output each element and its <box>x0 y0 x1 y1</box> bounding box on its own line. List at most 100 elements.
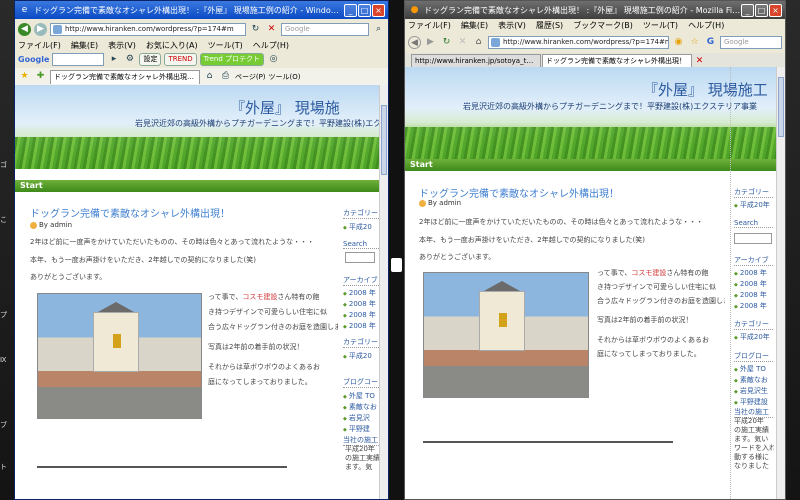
site-description: 岩見沢近郊の高級外構からプチガーデニングまで！平野建設(株)エクステリア事業 <box>463 102 757 111</box>
menu-edit[interactable]: 編集(E) <box>71 40 98 51</box>
tools-menu[interactable]: ツール(O) <box>269 72 301 82</box>
ie-scrollbar[interactable] <box>379 85 388 499</box>
site-title[interactable]: 『外屋』 現場施 <box>230 97 340 118</box>
close-button[interactable]: × <box>769 3 782 17</box>
sidebar-search-input[interactable] <box>734 233 772 244</box>
maximize-button[interactable]: □ <box>755 3 768 17</box>
trend-logo-icon[interactable]: TREND <box>164 53 197 66</box>
desktop-icon-label[interactable]: ト <box>0 462 14 472</box>
start-bar[interactable]: Start <box>15 180 388 192</box>
menu-favorites[interactable]: お気に入り(A) <box>146 40 198 51</box>
forward-icon[interactable]: ▶ <box>424 36 437 49</box>
refresh-icon[interactable]: ↻ <box>440 36 453 49</box>
sidebar-archive-link[interactable]: 2008 年 <box>343 299 376 309</box>
sidebar-link[interactable]: 平成20年 <box>734 332 770 342</box>
menu-view[interactable]: 表示(V) <box>108 40 136 51</box>
search-icon[interactable]: ⌕ <box>372 23 385 36</box>
favorites-star-icon[interactable]: ★ <box>18 70 31 83</box>
sidebar-link[interactable]: 平成20 <box>343 351 372 361</box>
back-icon[interactable]: ◀ <box>18 22 31 36</box>
menu-edit[interactable]: 編集(E) <box>461 20 488 31</box>
ie-search-input[interactable]: Google <box>281 22 369 36</box>
sidebar-blog-link[interactable]: 岩見沢生 <box>734 386 768 396</box>
ie-titlebar[interactable]: e ドッグラン完備で素敵なオシャレ外構出現！ :『外屋』 現場施工例の紹介 - … <box>15 1 388 19</box>
post-float-text: 庭になってしまっておりました。 <box>208 378 312 386</box>
scrollbar-thumb[interactable] <box>778 77 784 137</box>
go-icon[interactable]: ▸ <box>107 53 120 66</box>
ff-search-input[interactable]: Google <box>720 35 782 49</box>
home-icon[interactable]: ⌂ <box>203 70 216 83</box>
sidebar-link[interactable]: 平成20年 <box>734 200 770 210</box>
minimize-button[interactable]: _ <box>344 3 357 17</box>
sidebar-blog-link[interactable]: 外屋 TO <box>343 391 375 401</box>
sidebar-archive-link[interactable]: 2008 年 <box>734 290 767 300</box>
desktop-icon-label[interactable]: こ <box>0 215 14 225</box>
sidebar-blog-link[interactable]: 平野建 <box>343 424 370 434</box>
ff-address-bar[interactable]: http://www.hiranken.com/wordpress/?p=174… <box>488 35 669 49</box>
close-button[interactable]: × <box>372 3 385 17</box>
minimize-button[interactable]: _ <box>741 3 754 17</box>
sidebar-blog-link[interactable]: 平野建設 <box>734 397 768 407</box>
menu-bookmarks[interactable]: ブックマーク(B) <box>573 20 633 31</box>
ff-tab[interactable]: http://www.hiranken.jp/sotoya_top.html <box>411 54 541 68</box>
house-photo[interactable] <box>423 272 589 398</box>
post-title[interactable]: ドッグラン完備で素敵なオシャレ外構出現！ <box>30 205 230 220</box>
ff-titlebar[interactable]: ● ドッグラン完備で素敵なオシャレ外構出現！ :『外屋』 現場施工例の紹介 - … <box>405 1 785 19</box>
gear-icon[interactable]: ⚙ <box>123 53 136 66</box>
start-bar[interactable]: Start <box>405 159 785 171</box>
sidebar-blog-link[interactable]: 岩見沢 <box>343 413 370 423</box>
refresh-icon[interactable]: ↻ <box>249 23 262 36</box>
menu-help[interactable]: ヘルプ(H) <box>688 20 724 31</box>
scrollbar-thumb[interactable] <box>381 105 387 175</box>
sidebar-text: 平成20年 <box>345 445 375 453</box>
menu-tools[interactable]: ツール(T) <box>643 20 678 31</box>
post-float-text: き持つデザインで可愛らしい住宅に似 <box>208 308 327 316</box>
stop-icon[interactable]: ✕ <box>265 23 278 36</box>
ie-page: 『外屋』 現場施 岩見沢近郊の高級外構からプチガーデニングまで！平野建設(株)エ… <box>15 85 388 499</box>
rss-icon[interactable]: ◉ <box>672 36 685 49</box>
sidebar-archive-link[interactable]: 2008 年 <box>734 268 767 278</box>
menu-file[interactable]: ファイル(F) <box>18 40 61 51</box>
maximize-button[interactable]: □ <box>358 3 371 17</box>
back-icon[interactable]: ◀ <box>408 35 421 49</box>
desktop-icon-label[interactable]: プ <box>0 310 14 320</box>
menu-tools[interactable]: ツール(T) <box>208 40 243 51</box>
forward-icon[interactable]: ▶ <box>34 22 47 36</box>
google-toolbar-input[interactable] <box>52 53 105 66</box>
desktop-icon-label[interactable]: Ⅸ <box>0 356 14 364</box>
sidebar-blog-link[interactable]: 素敵なお <box>734 375 768 385</box>
sidebar-archive-link[interactable]: 2008 年 <box>343 288 376 298</box>
menu-help[interactable]: ヘルプ(H) <box>253 40 289 51</box>
sidebar-archive-link[interactable]: 2008 年 <box>343 321 376 331</box>
options-icon[interactable]: ◎ <box>267 53 280 66</box>
sidebar-archive-link[interactable]: 2008 年 <box>734 301 767 311</box>
print-icon[interactable]: ⎙ <box>219 70 232 83</box>
sidebar-archive-link[interactable]: 2008 年 <box>343 310 376 320</box>
bookmark-star-icon[interactable]: ☆ <box>688 36 701 49</box>
stop-icon[interactable]: ✕ <box>456 36 469 49</box>
desktop-icon-label[interactable]: ゴ <box>0 160 14 170</box>
post-title[interactable]: ドッグラン完備で素敵なオシャレ外構出現！ <box>419 185 619 200</box>
sidebar-link[interactable]: 平成20 <box>343 222 372 232</box>
menu-file[interactable]: ファイル(F) <box>408 20 451 31</box>
add-favorite-icon[interactable]: ✚ <box>34 70 47 83</box>
settings-button[interactable]: 設定 <box>139 53 162 66</box>
sidebar-heading: カテゴリー <box>343 209 379 219</box>
sidebar-blog-link[interactable]: 素敵なお <box>343 402 377 412</box>
post-float-text: それからは草ボウボウのよくあるお <box>208 363 320 371</box>
ff-scrollbar[interactable] <box>776 67 785 499</box>
house-photo[interactable] <box>37 293 202 419</box>
page-menu[interactable]: ページ(P) <box>235 72 266 82</box>
sidebar-archive-link[interactable]: 2008 年 <box>734 279 767 289</box>
post-author: By admin <box>30 221 72 229</box>
home-icon[interactable]: ⌂ <box>472 36 485 49</box>
trend-protect-button[interactable]: Trend プロテクト <box>199 53 265 66</box>
ie-tab[interactable]: ドッグラン完備で素敵なオシャレ外構出現！ :『外 <box>50 69 200 84</box>
menu-view[interactable]: 表示(V) <box>498 20 526 31</box>
menu-history[interactable]: 履歴(S) <box>536 20 563 31</box>
ff-tab-active[interactable]: ドッグラン完備で素敵なオシャレ外構出現！ <box>542 54 692 68</box>
desktop-icon-label[interactable]: ブ <box>0 420 14 430</box>
sidebar-search-input[interactable] <box>345 252 375 263</box>
ie-address-bar[interactable]: http://www.hiranken.com/wordpress/?p=174… <box>50 22 246 36</box>
sidebar-blog-link[interactable]: 外屋 TO <box>734 364 766 374</box>
